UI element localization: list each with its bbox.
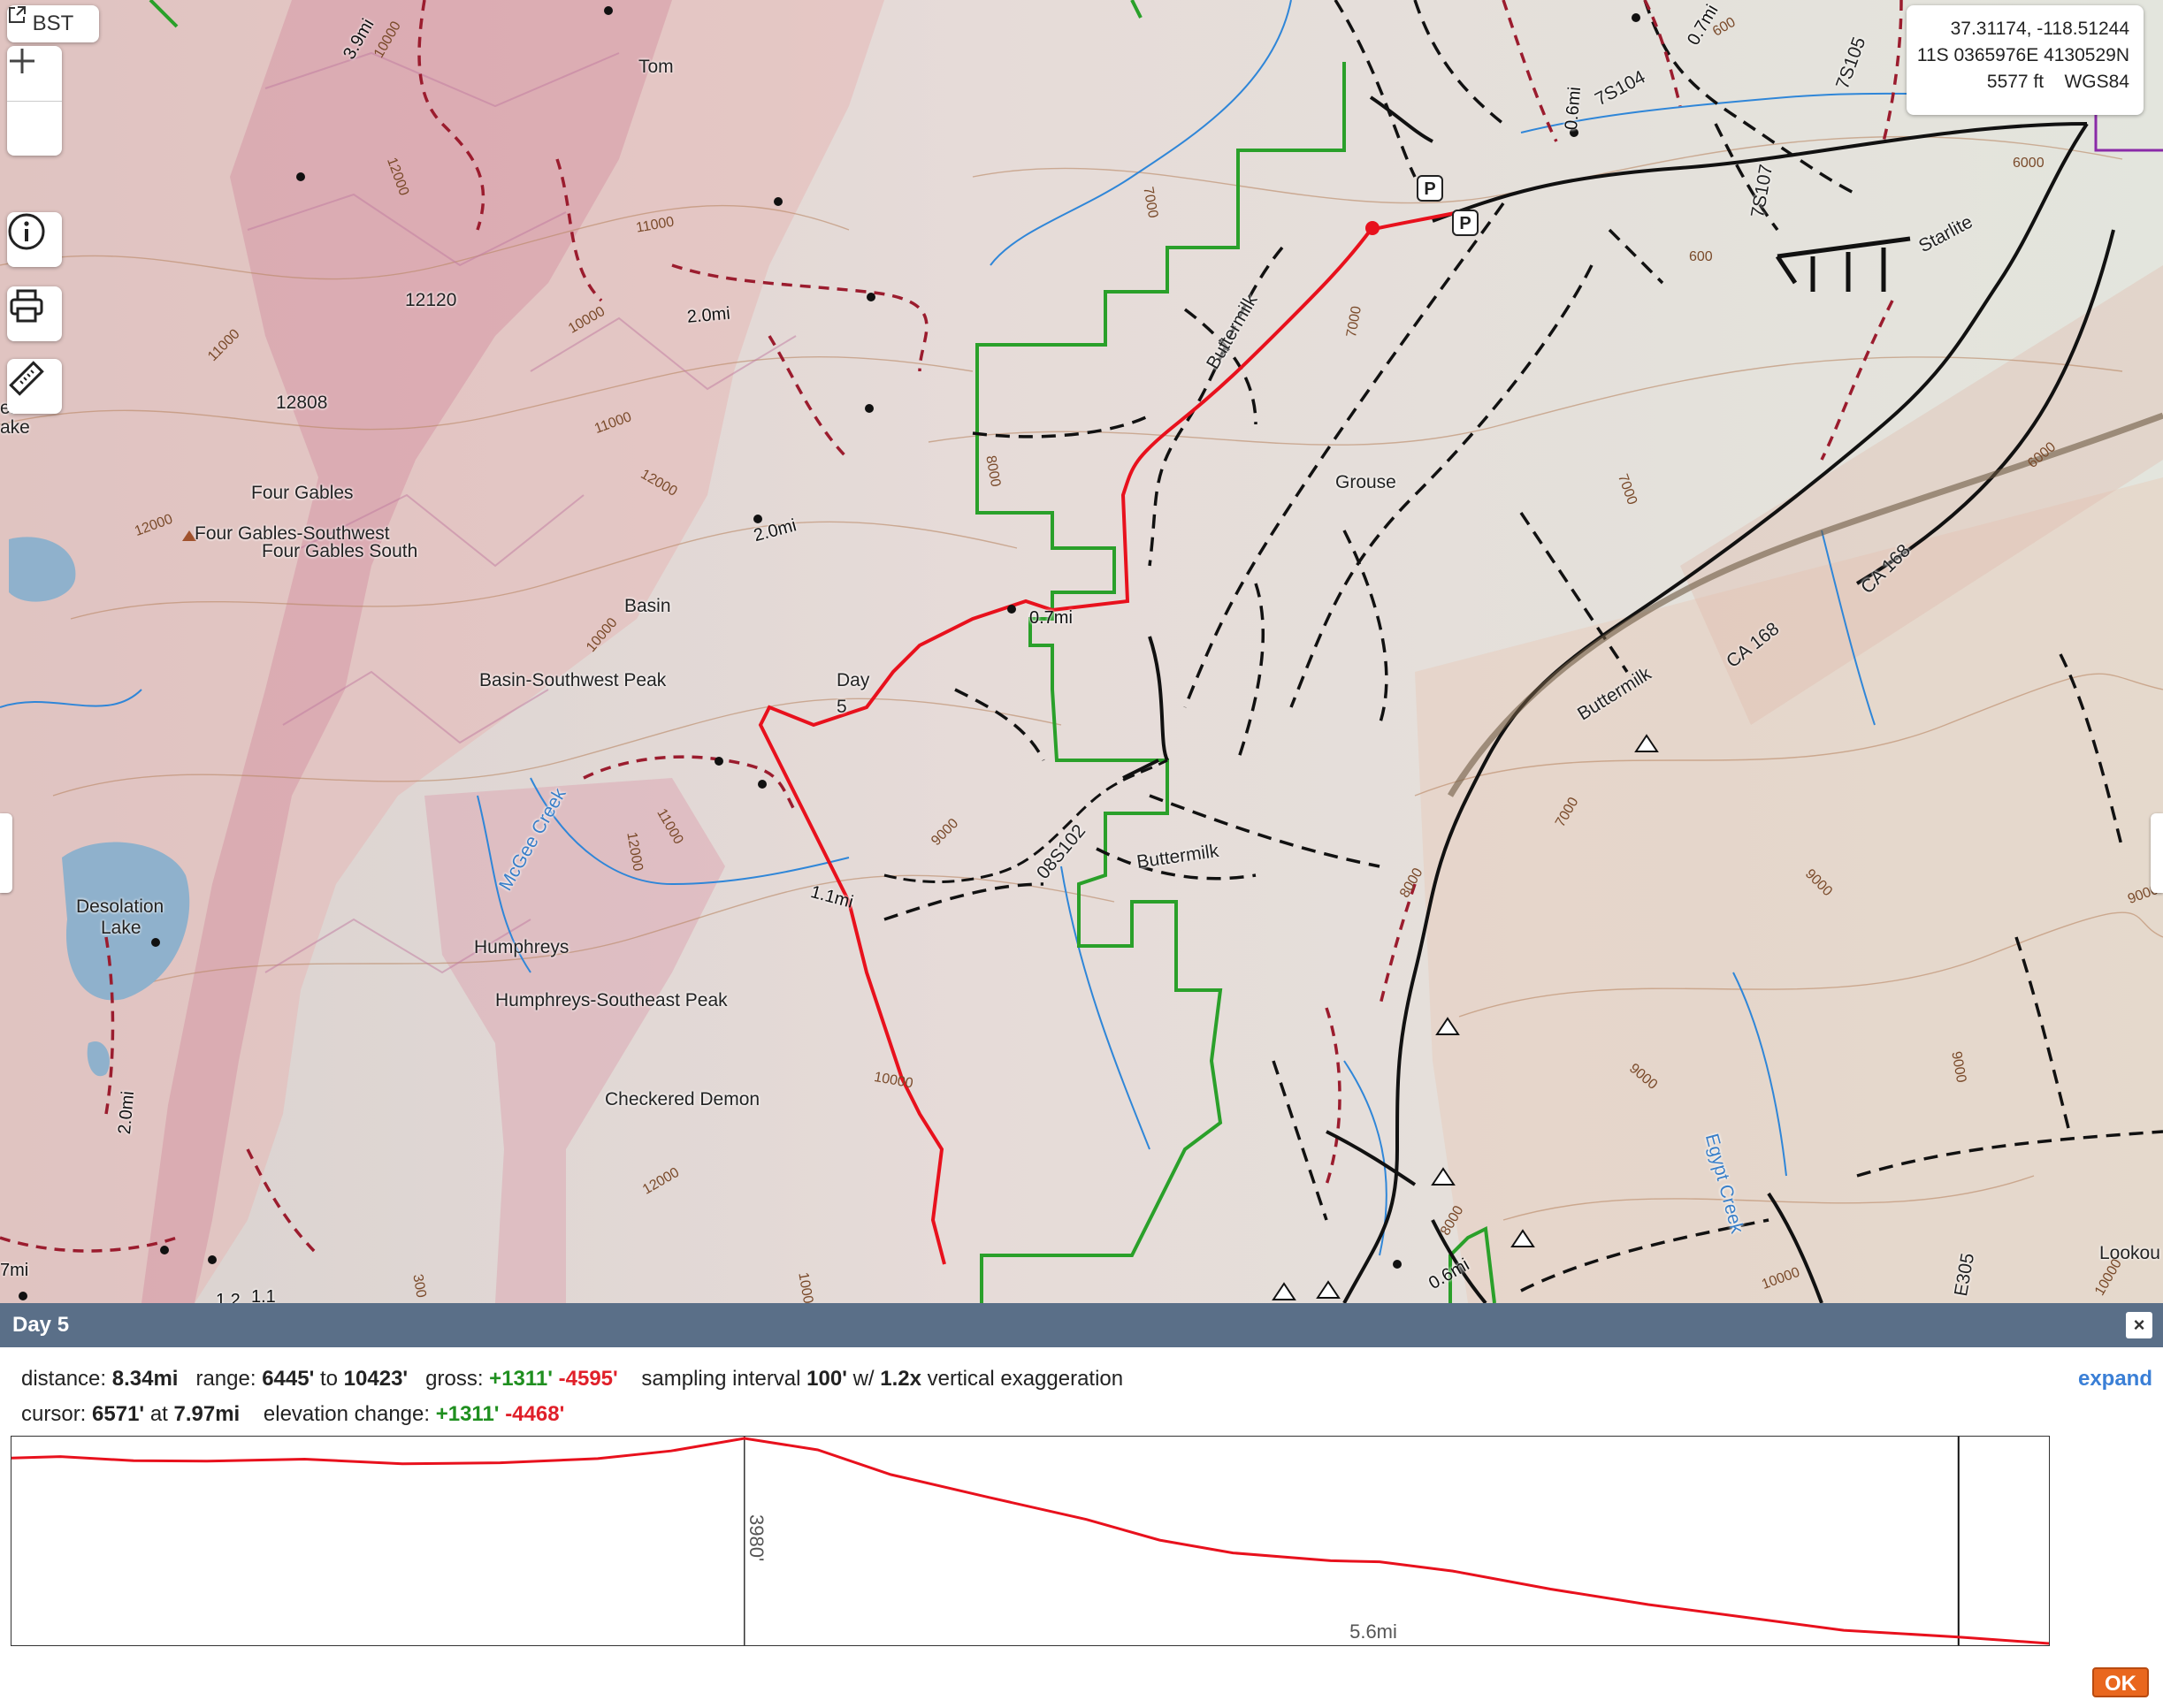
utm-readout: 11S 0365976E 4130529N [1916,45,2129,65]
printer-icon [10,289,43,323]
map-label: Grouse [1335,472,1396,492]
distance-label: 7mi [0,1261,29,1280]
range-label: range: [195,1367,256,1391]
map-label: Basin-Southwest Peak [479,670,667,690]
map-label: 12120 [405,290,457,310]
measure-button[interactable] [7,359,62,414]
range-high-value: 10423' [343,1367,409,1391]
basemap-toggle-button[interactable]: BST [7,5,99,42]
distance-label: 0.6mi [1562,86,1586,131]
left-panel-handle[interactable] [0,813,12,893]
range-to-label: to [319,1367,338,1391]
coordinate-readout: 37.31174, -118.51244 11S 0365976E 413052… [1907,5,2144,115]
elevation-datum-readout: 5577 ft WGS84 [1907,69,2129,95]
distance-value: 8.34mi [111,1367,179,1391]
profile-line [11,1437,2050,1645]
marker-elevation-label: 3980' [745,1514,768,1561]
elevation-profile-chart[interactable]: 3980' 5.6mi [11,1436,2050,1646]
close-button[interactable]: × [2126,1312,2152,1338]
sampling-label: sampling interval [641,1367,801,1391]
elevation-profile-panel: Day 5 × distance: 8.34mi range: 6445' to… [0,1303,2163,1708]
stats-line-1: distance: 8.34mi range: 6445' to 10423' … [21,1367,1123,1392]
right-panel-handle[interactable] [2151,813,2163,893]
expand-link[interactable]: expand [2078,1367,2152,1392]
topo-map-canvas[interactable]: P P [0,0,2163,1303]
elevation-change-gain: +1311' [435,1402,500,1426]
print-button[interactable] [7,286,62,341]
basemap-label: BST [32,11,74,35]
latlon-readout: 37.31174, -118.51244 [1950,19,2129,39]
elevation-change-loss: -4468' [505,1402,565,1426]
zoom-out-button[interactable] [7,59,62,156]
distance-label: 0.7mi [1029,608,1073,628]
external-link-icon [9,6,26,23]
cursor-at-label: at [149,1402,168,1426]
map-label: Four Gables South [262,541,418,561]
info-icon [8,213,45,250]
stats-line-2: cursor: 6571' at 7.97mi elevation change… [21,1402,564,1427]
map-label: Four Gables [251,483,354,503]
gross-loss-value: -4595' [558,1367,618,1391]
profile-svg[interactable]: 3980' 5.6mi [11,1437,2050,1645]
panel-title: Day 5 [12,1313,70,1337]
map-label: Humphreys [474,937,569,957]
map-label: ake [0,417,30,438]
gross-label: gross: [425,1367,484,1391]
distance-label: 1.1 [251,1287,276,1303]
map-label: Humphreys-Southeast Peak [495,990,728,1010]
ok-button[interactable]: OK [2092,1667,2149,1697]
gross-gain-value: +1311' [489,1367,553,1391]
marker-distance-label: 5.6mi [1349,1620,1397,1643]
cursor-label: cursor: [21,1402,87,1426]
map-label: Checkered Demon [605,1089,760,1109]
distance-label: 2.0mi [686,303,731,327]
zoom-control [7,46,62,156]
exaggeration-value: 1.2x [880,1367,921,1391]
info-button[interactable] [7,212,62,267]
range-low-value: 6445' [262,1367,315,1391]
elevation-change-label: elevation change: [263,1402,431,1426]
contour-label: 6000 [2013,156,2045,171]
cursor-elevation-value: 6571' [92,1402,145,1426]
svg-text:P: P [1424,179,1435,199]
map-label: Tom [638,57,674,77]
map-label: 12808 [276,393,328,413]
map-label: Lake [101,918,141,938]
distance-label: 1.2 [216,1291,241,1303]
panel-header: Day 5 × [0,1303,2163,1347]
map-label: Basin [624,596,671,616]
contour-label: 600 [1689,249,1713,264]
sampling-with-label: w/ [852,1367,875,1391]
minus-icon [10,59,34,63]
map-label: Day [837,670,870,690]
map-label: 5 [837,697,847,717]
distance-label: 2.0mi [115,1090,139,1135]
svg-text:P: P [1459,214,1471,233]
sampling-value: 100' [806,1367,847,1391]
route-start-marker [1365,221,1380,235]
cursor-distance-value: 7.97mi [173,1402,241,1426]
datum-readout: WGS84 [2064,72,2129,92]
ruler-icon [9,361,44,396]
map-label: Desolation [76,896,164,917]
elevation-readout: 5577 ft [1986,72,2045,92]
distance-label: distance: [21,1367,107,1391]
map-view[interactable]: P P Tom 12120 12808 Four Gables Four Gab… [0,0,2163,1303]
exaggeration-label: vertical exaggeration [927,1367,1124,1391]
